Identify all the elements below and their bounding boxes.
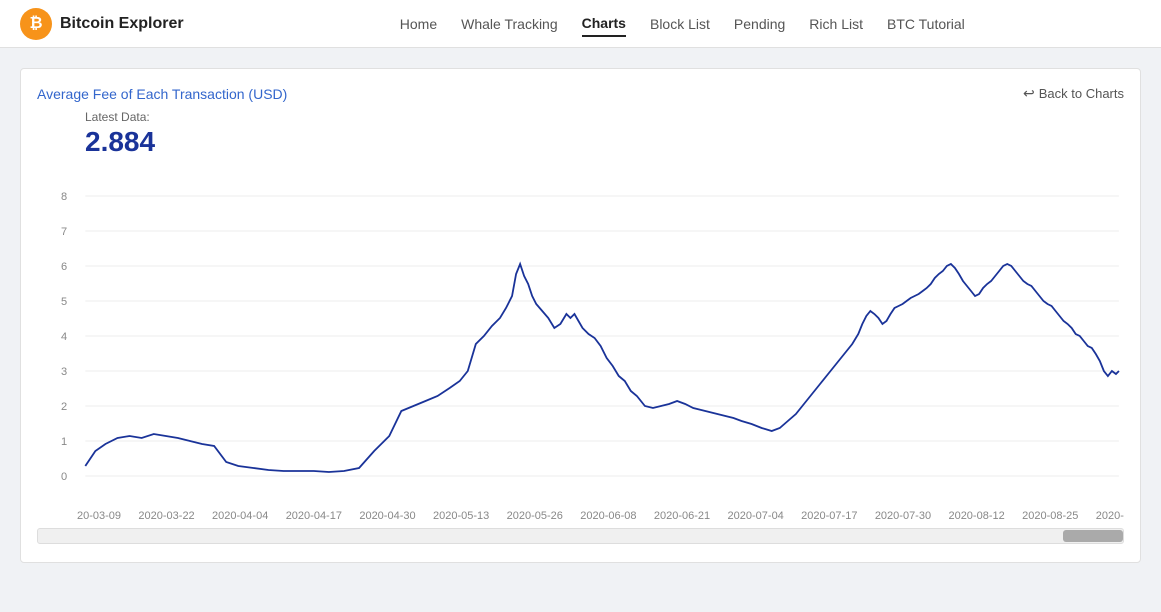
x-label-6: 2020-05-26 [507,510,563,522]
nav-pending[interactable]: Pending [734,12,785,36]
latest-data-value: 2.884 [85,126,1124,158]
app-logo[interactable]: ₿ Bitcoin Explorer [20,8,184,40]
app-title: Bitcoin Explorer [60,15,184,33]
nav-home[interactable]: Home [400,12,437,36]
x-label-1: 2020-03-22 [138,510,194,522]
logo-icon: ₿ [20,8,52,40]
chart-title: Average Fee of Each Transaction (USD) [37,86,287,102]
chart-scrollbar[interactable] [37,528,1124,544]
svg-text:3: 3 [61,366,67,378]
nav-rich-list[interactable]: Rich List [809,12,863,36]
x-label-3: 2020-04-17 [286,510,342,522]
chart-card: Average Fee of Each Transaction (USD) ↩ … [20,68,1141,563]
back-icon: ↩ [1023,85,1035,102]
back-to-charts-button[interactable]: ↩ Back to Charts [1023,85,1124,102]
x-label-8: 2020-06-21 [654,510,710,522]
svg-text:4: 4 [61,331,67,343]
scrollbar-thumb[interactable] [1063,530,1123,542]
nav-charts[interactable]: Charts [582,11,626,37]
x-label-5: 2020-05-13 [433,510,489,522]
x-label-10: 2020-07-17 [801,510,857,522]
svg-text:0: 0 [61,471,67,483]
nav-block-list[interactable]: Block List [650,12,710,36]
x-label-14: 2020- [1096,510,1124,522]
line-chart-svg: 0 1 2 3 4 5 6 7 8 [37,166,1124,506]
x-label-9: 2020-07-04 [728,510,784,522]
nav-whale-tracking[interactable]: Whale Tracking [461,12,557,36]
nav-btc-tutorial[interactable]: BTC Tutorial [887,12,965,36]
svg-text:2: 2 [61,401,67,413]
svg-text:1: 1 [61,436,67,448]
x-label-7: 2020-06-08 [580,510,636,522]
x-label-0: 20-03-09 [77,510,121,522]
chart-header: Average Fee of Each Transaction (USD) ↩ … [37,85,1124,102]
x-label-4: 2020-04-30 [359,510,415,522]
main-nav: Home Whale Tracking Charts Block List Pe… [224,11,1141,37]
svg-text:8: 8 [61,191,67,203]
x-label-2: 2020-04-04 [212,510,268,522]
x-label-13: 2020-08-25 [1022,510,1078,522]
svg-text:6: 6 [61,261,67,273]
main-content: Average Fee of Each Transaction (USD) ↩ … [0,48,1161,583]
svg-text:7: 7 [61,226,67,238]
x-label-12: 2020-08-12 [948,510,1004,522]
x-axis-labels: 20-03-09 2020-03-22 2020-04-04 2020-04-1… [37,506,1124,522]
svg-text:5: 5 [61,296,67,308]
chart-area: 0 1 2 3 4 5 6 7 8 20-03-09 2020-03-22 20… [37,166,1124,546]
x-label-11: 2020-07-30 [875,510,931,522]
latest-data-label: Latest Data: [85,110,1124,124]
